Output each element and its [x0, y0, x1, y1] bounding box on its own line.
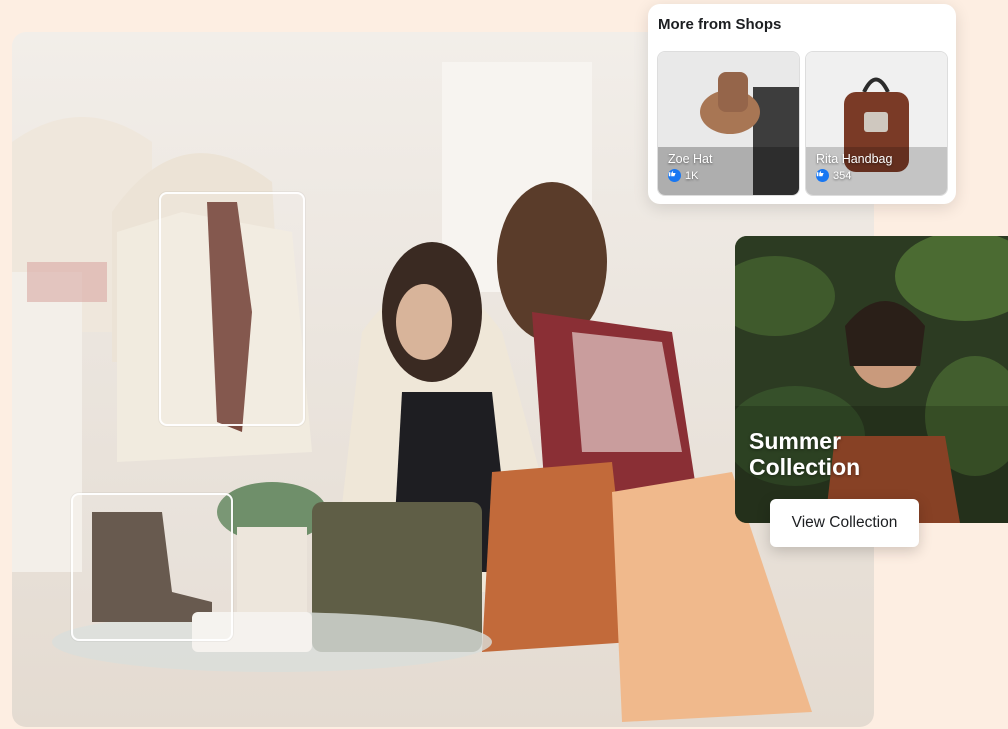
shop-item-likes: 1K [668, 169, 698, 182]
boots-product-tag[interactable] [71, 493, 233, 641]
shop-item-name: Zoe Hat [668, 152, 713, 166]
collection-title-line1: Summer [749, 428, 842, 454]
more-from-shops-card: More from Shops Zoe Hat 1K Rita Handbag [648, 4, 956, 204]
like-icon [816, 169, 829, 182]
shop-item-name: Rita Handbag [816, 152, 893, 166]
scarf-product-tag[interactable] [159, 192, 305, 426]
view-collection-button[interactable]: View Collection [770, 499, 919, 547]
shop-item-zoe-hat[interactable]: Zoe Hat 1K [657, 51, 800, 196]
like-count: 354 [833, 169, 852, 182]
collection-title-line2: Collection [749, 454, 861, 480]
like-icon [668, 169, 681, 182]
summer-collection-card[interactable]: Summer Collection [735, 236, 1008, 523]
shop-item-likes: 354 [816, 169, 851, 182]
collection-title: Summer Collection [749, 428, 860, 480]
like-count: 1K [685, 169, 699, 182]
shops-card-title: More from Shops [658, 16, 782, 33]
shop-item-rita-handbag[interactable]: Rita Handbag 354 [805, 51, 948, 196]
